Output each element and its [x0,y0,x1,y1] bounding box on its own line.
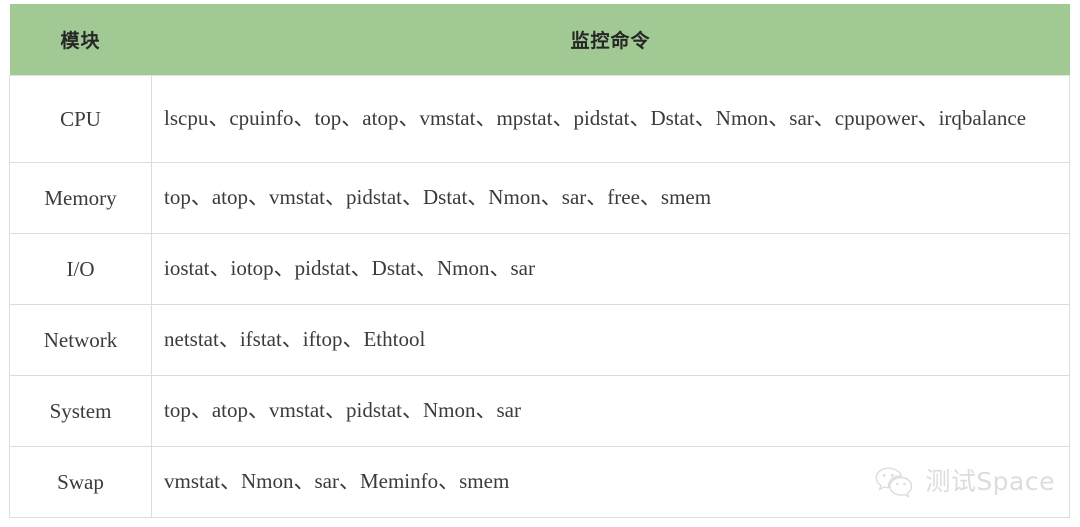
cell-module: Swap [9,446,152,518]
cell-commands: vmstat、Nmon、sar、Meminfo、smem 测试Space [151,446,1070,518]
column-header-commands: 监控命令 [151,4,1070,76]
table-header-row: 模块 监控命令 [9,4,1070,76]
table-body: CPU lscpu、cpuinfo、top、atop、vmstat、mpstat… [9,75,1070,518]
table-header: 模块 监控命令 [9,4,1070,76]
monitoring-commands-table: 模块 监控命令 CPU lscpu、cpuinfo、top、atop、vmsta… [9,4,1070,518]
table-row: System top、atop、vmstat、pidstat、Nmon、sar [9,375,1070,447]
cell-module: System [9,375,152,447]
cell-commands: netstat、ifstat、iftop、Ethtool [151,304,1070,376]
cell-commands: top、atop、vmstat、pidstat、Dstat、Nmon、sar、f… [151,162,1070,234]
column-header-module: 模块 [9,4,152,76]
cell-module: Memory [9,162,152,234]
wechat-icon [874,466,916,499]
cell-commands-text: vmstat、Nmon、sar、Meminfo、smem [164,469,510,494]
watermark: 测试Space [874,463,1055,501]
monitoring-commands-table-container: 模块 监控命令 CPU lscpu、cpuinfo、top、atop、vmsta… [9,4,1070,518]
cell-module: I/O [9,233,152,305]
table-row: CPU lscpu、cpuinfo、top、atop、vmstat、mpstat… [9,75,1070,163]
cell-module: Network [9,304,152,376]
cell-commands: iostat、iotop、pidstat、Dstat、Nmon、sar [151,233,1070,305]
watermark-label: 测试Space [925,467,1055,496]
table-row: Swap vmstat、Nmon、sar、Meminfo、smem 测试Spac… [9,446,1070,518]
table-row: I/O iostat、iotop、pidstat、Dstat、Nmon、sar [9,233,1070,305]
cell-commands: top、atop、vmstat、pidstat、Nmon、sar [151,375,1070,447]
cell-module: CPU [9,75,152,163]
table-row: Memory top、atop、vmstat、pidstat、Dstat、Nmo… [9,162,1070,234]
cell-commands: lscpu、cpuinfo、top、atop、vmstat、mpstat、pid… [151,75,1070,163]
table-row: Network netstat、ifstat、iftop、Ethtool [9,304,1070,376]
